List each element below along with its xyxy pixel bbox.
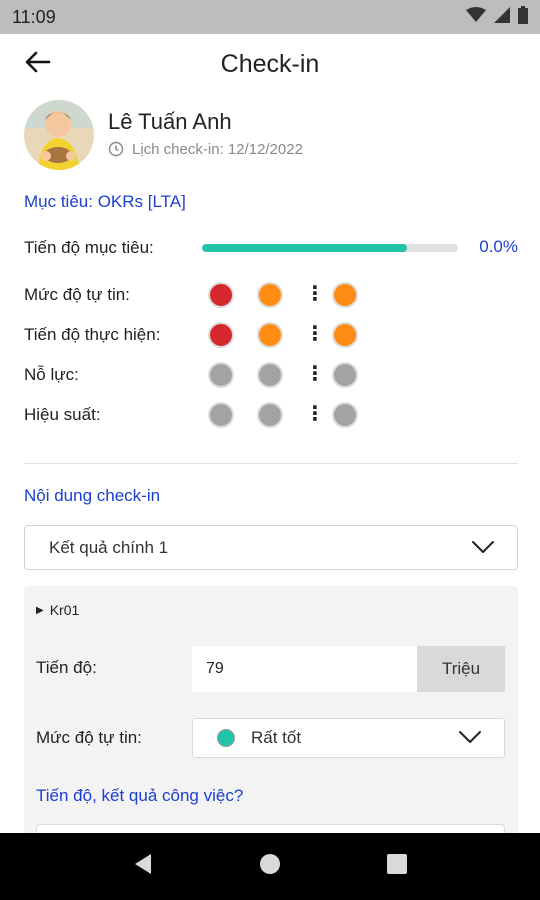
separator-icon: ⋮ bbox=[305, 323, 325, 345]
confidence-select-value: Rất tốt bbox=[251, 728, 302, 747]
goal-progress-label: Tiến độ mục tiêu: bbox=[24, 238, 154, 257]
key-result-select[interactable]: Kết quả chính 1 bbox=[24, 525, 518, 570]
metric-row-effort: Nỗ lực: ⋮ bbox=[24, 360, 518, 390]
status-dot bbox=[208, 402, 234, 428]
checkin-schedule-text: Lịch check-in: 12/12/2022 bbox=[132, 140, 303, 158]
checkin-schedule: Lịch check-in: 12/12/2022 bbox=[108, 141, 303, 158]
status-dot bbox=[332, 362, 358, 388]
work-progress-question: Tiến độ, kết quả công việc? bbox=[36, 786, 244, 805]
metric-dots: ⋮ bbox=[208, 400, 368, 430]
nav-home-button[interactable] bbox=[250, 847, 290, 887]
profile-info: Lê Tuấn Anh Lịch check-in: 12/12/2022 bbox=[108, 109, 303, 158]
divider bbox=[24, 463, 518, 464]
metric-dots: ⋮ bbox=[208, 360, 368, 390]
status-dot bbox=[332, 322, 358, 348]
goal-progress-bar bbox=[202, 244, 458, 252]
metric-label: Hiệu suất: bbox=[24, 405, 101, 424]
status-dot bbox=[208, 362, 234, 388]
progress-input[interactable] bbox=[192, 646, 418, 692]
goal-progress-percent: 0.0% bbox=[479, 237, 518, 256]
goal-title[interactable]: Mục tiêu: OKRs [LTA] bbox=[24, 192, 186, 212]
clock-icon bbox=[108, 141, 124, 157]
status-dot bbox=[257, 362, 283, 388]
status-dot bbox=[208, 282, 234, 308]
metric-dots: ⋮ bbox=[208, 320, 368, 350]
metric-label: Tiến độ thực hiện: bbox=[24, 325, 161, 344]
status-dot bbox=[332, 402, 358, 428]
metric-dots: ⋮ bbox=[208, 280, 368, 310]
profile-name: Lê Tuấn Anh bbox=[108, 108, 232, 134]
content-section-title: Nội dung check-in bbox=[24, 486, 161, 505]
avatar bbox=[24, 100, 94, 170]
confidence-select[interactable]: Rất tốt bbox=[192, 718, 505, 758]
status-time: 11:09 bbox=[12, 6, 56, 27]
unit-button[interactable]: Triệu bbox=[417, 646, 505, 692]
metric-row-confidence: Mức độ tự tin: ⋮ bbox=[24, 280, 518, 310]
key-result-select-value: Kết quả chính 1 bbox=[49, 537, 169, 557]
nav-recents-button[interactable] bbox=[377, 847, 417, 887]
signal-icon bbox=[494, 6, 510, 28]
profile-header: Lê Tuấn Anh Lịch check-in: 12/12/2022 bbox=[24, 100, 303, 170]
separator-icon: ⋮ bbox=[305, 283, 325, 305]
confidence-field-label: Mức độ tự tin: bbox=[36, 728, 142, 747]
separator-icon: ⋮ bbox=[305, 363, 325, 385]
system-nav-bar bbox=[0, 833, 540, 900]
status-dot bbox=[217, 729, 235, 747]
metric-row-execution: Tiến độ thực hiện: ⋮ bbox=[24, 320, 518, 350]
status-bar: 11:09 bbox=[0, 0, 540, 34]
battery-icon bbox=[518, 5, 528, 29]
key-result-code: Kr01 bbox=[49, 602, 80, 618]
status-dot bbox=[208, 322, 234, 348]
separator-icon: ⋮ bbox=[305, 403, 325, 425]
goal-progress-row: Tiến độ mục tiêu: 0.0% bbox=[24, 236, 518, 260]
metric-label: Mức độ tự tin: bbox=[24, 285, 130, 304]
metric-label: Nỗ lực: bbox=[24, 365, 79, 384]
nav-back-button[interactable] bbox=[123, 847, 163, 887]
triangle-right-icon: ▶ bbox=[36, 604, 44, 616]
status-icons bbox=[466, 5, 528, 29]
key-result-toggle[interactable]: ▶ Kr01 bbox=[36, 602, 79, 618]
square-icon bbox=[386, 854, 407, 879]
wifi-icon bbox=[466, 6, 486, 28]
chevron-down-icon bbox=[458, 729, 482, 750]
chevron-down-icon bbox=[471, 539, 495, 560]
triangle-left-icon bbox=[134, 853, 152, 880]
status-dot bbox=[257, 322, 283, 348]
status-dot bbox=[257, 282, 283, 308]
circle-icon bbox=[259, 853, 281, 880]
goal-progress-fill bbox=[202, 244, 407, 252]
progress-field-label: Tiến độ: bbox=[36, 658, 97, 677]
arrow-left-icon bbox=[25, 51, 51, 78]
app-bar: Check-in bbox=[0, 34, 540, 94]
status-dot bbox=[332, 282, 358, 308]
back-button[interactable] bbox=[18, 48, 58, 80]
status-dot bbox=[257, 402, 283, 428]
key-result-card: ▶ Kr01 Tiến độ: Triệu Mức độ tự tin: Rất… bbox=[24, 586, 518, 838]
metric-row-performance: Hiệu suất: ⋮ bbox=[24, 400, 518, 430]
page-title: Check-in bbox=[220, 49, 320, 78]
